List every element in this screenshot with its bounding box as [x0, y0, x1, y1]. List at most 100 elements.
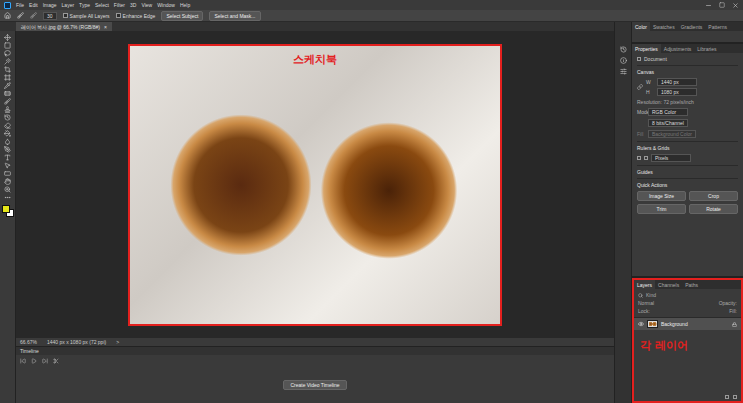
- option-button[interactable]: Select Subject: [161, 11, 203, 21]
- split-icon[interactable]: [53, 358, 59, 364]
- layer-row[interactable]: Background: [634, 318, 741, 330]
- eraser-tool-icon[interactable]: [4, 122, 11, 129]
- eyedropper-tool-icon[interactable]: [4, 82, 11, 89]
- document-tab[interactable]: 레이어 복사.jpg @ 66.7% (RGB/8#)×: [16, 22, 112, 31]
- move-tool-icon[interactable]: [4, 34, 11, 41]
- pen-tool-icon[interactable]: [4, 146, 11, 153]
- close-icon[interactable]: [732, 2, 739, 9]
- zoom-level[interactable]: 66.67%: [20, 339, 37, 345]
- home-icon[interactable]: [4, 12, 11, 19]
- status-arrow[interactable]: >: [116, 339, 119, 345]
- menu-item[interactable]: Image: [43, 2, 57, 8]
- depth-row[interactable]: 8 bits/Channel: [637, 119, 738, 127]
- link-icon[interactable]: [637, 84, 643, 90]
- fill-label[interactable]: Fill:: [729, 308, 737, 314]
- quick-action-button[interactable]: Image Size: [637, 191, 686, 201]
- panel-icon-strip: [614, 22, 632, 403]
- resolution-text: Resolution: 72 pixels/inch: [637, 99, 738, 105]
- section-title[interactable]: Quick Actions: [637, 178, 738, 188]
- size-field[interactable]: H1080 px: [646, 88, 697, 96]
- menu-item[interactable]: Type: [79, 2, 90, 8]
- ruler-unit-select[interactable]: Pixels: [651, 154, 691, 162]
- lasso-tool-icon[interactable]: [4, 50, 11, 57]
- section-title[interactable]: Guides: [637, 165, 738, 175]
- document-image[interactable]: 스케치북: [128, 44, 502, 326]
- menu-item[interactable]: 3D: [130, 2, 136, 8]
- tab-close-button[interactable]: ×: [104, 24, 107, 30]
- crop-tool-icon[interactable]: [4, 66, 11, 73]
- quick-action-button[interactable]: Crop: [689, 191, 738, 201]
- minimize-icon[interactable]: [705, 2, 712, 9]
- option-checkbox[interactable]: Enhance Edge: [116, 13, 156, 19]
- color-panel-tab[interactable]: Gradients: [678, 22, 706, 31]
- menu-item[interactable]: Window: [157, 2, 175, 8]
- layers-panel-tab[interactable]: Paths: [682, 280, 701, 289]
- healing-tool-icon[interactable]: [4, 90, 11, 97]
- history-icon[interactable]: [620, 46, 627, 53]
- add-brush-icon[interactable]: [30, 12, 37, 19]
- brush-size-field[interactable]: 30: [43, 12, 57, 20]
- document-icon: [637, 57, 641, 61]
- ruler-icon[interactable]: [637, 156, 641, 160]
- history-brush-icon[interactable]: [4, 114, 11, 121]
- option-checkbox[interactable]: Sample All Layers: [63, 13, 110, 19]
- play-icon[interactable]: [31, 358, 37, 364]
- color-panel-tab[interactable]: Swatches: [650, 22, 678, 31]
- frame-tool-icon[interactable]: [4, 74, 11, 81]
- next-frame-icon[interactable]: [42, 358, 48, 364]
- properties-panel-tab[interactable]: Properties: [632, 44, 661, 53]
- hand-tool-icon[interactable]: [4, 178, 11, 185]
- shape-tool-icon[interactable]: [4, 170, 11, 177]
- layer-name[interactable]: Background: [661, 321, 688, 327]
- delete-layer-icon[interactable]: [733, 395, 737, 399]
- option-button[interactable]: Select and Mask...: [209, 11, 260, 21]
- properties-panel-tab[interactable]: Libraries: [694, 44, 719, 53]
- quick-select-tool-icon[interactable]: [4, 58, 11, 65]
- menu-item[interactable]: Filter: [114, 2, 125, 8]
- checkbox-box[interactable]: [63, 13, 68, 18]
- menu-item[interactable]: Help: [180, 2, 190, 8]
- status-bar: 66.67%1440 px x 1080 px (72 ppi)>: [16, 338, 614, 346]
- path-select-icon[interactable]: [4, 162, 11, 169]
- section-title[interactable]: Rulers & Grids: [637, 141, 738, 151]
- menu-item[interactable]: File: [16, 2, 24, 8]
- menu-item[interactable]: Edit: [29, 2, 38, 8]
- grid-icon[interactable]: [644, 156, 648, 160]
- quick-action-button[interactable]: Trim: [637, 204, 686, 214]
- color-panel-tab[interactable]: Color: [632, 22, 650, 31]
- quick-select-brush-icon[interactable]: [17, 12, 24, 19]
- opacity-label[interactable]: Opacity:: [719, 300, 737, 306]
- layers-panel-tab[interactable]: Channels: [655, 280, 682, 289]
- checkbox-box[interactable]: [116, 13, 121, 18]
- more-tools-icon[interactable]: [4, 194, 11, 201]
- size-field[interactable]: W1440 px: [646, 78, 697, 86]
- blur-tool-icon[interactable]: [4, 138, 11, 145]
- properties-panel-tab[interactable]: Adjustments: [661, 44, 695, 53]
- brush-tool-icon[interactable]: [4, 98, 11, 105]
- menu-item[interactable]: Layer: [62, 2, 75, 8]
- filter-row[interactable]: Kind: [638, 292, 737, 298]
- stamp-tool-icon[interactable]: [4, 106, 11, 113]
- first-frame-icon[interactable]: [20, 358, 26, 364]
- info-icon[interactable]: [620, 57, 627, 64]
- gradient-tool-icon[interactable]: [4, 130, 11, 137]
- color-panel-tab[interactable]: Patterns: [705, 22, 730, 31]
- photoshop-logo-icon[interactable]: [4, 2, 11, 9]
- maximize-icon[interactable]: [719, 2, 725, 8]
- lock-icon[interactable]: [732, 322, 737, 327]
- new-layer-icon[interactable]: [725, 395, 729, 399]
- marquee-tool-icon[interactable]: [4, 42, 11, 49]
- quick-action-button[interactable]: Rotate: [689, 204, 738, 214]
- type-tool-icon[interactable]: [4, 154, 11, 161]
- menu-item[interactable]: View: [141, 2, 152, 8]
- blend-mode-select[interactable]: Normal: [638, 300, 654, 306]
- layers-panel-tab[interactable]: Layers: [634, 280, 655, 289]
- mode-row[interactable]: ModeRGB Color: [637, 108, 738, 116]
- zoom-tool-icon[interactable]: [4, 186, 11, 193]
- menu-item[interactable]: Select: [95, 2, 109, 8]
- create-video-timeline-button[interactable]: Create Video Timeline: [283, 380, 346, 390]
- visibility-eye-icon[interactable]: [638, 321, 644, 327]
- section-title[interactable]: Canvas: [637, 65, 738, 75]
- foreground-color-swatch[interactable]: [2, 205, 10, 213]
- adjust-icon[interactable]: [620, 68, 627, 75]
